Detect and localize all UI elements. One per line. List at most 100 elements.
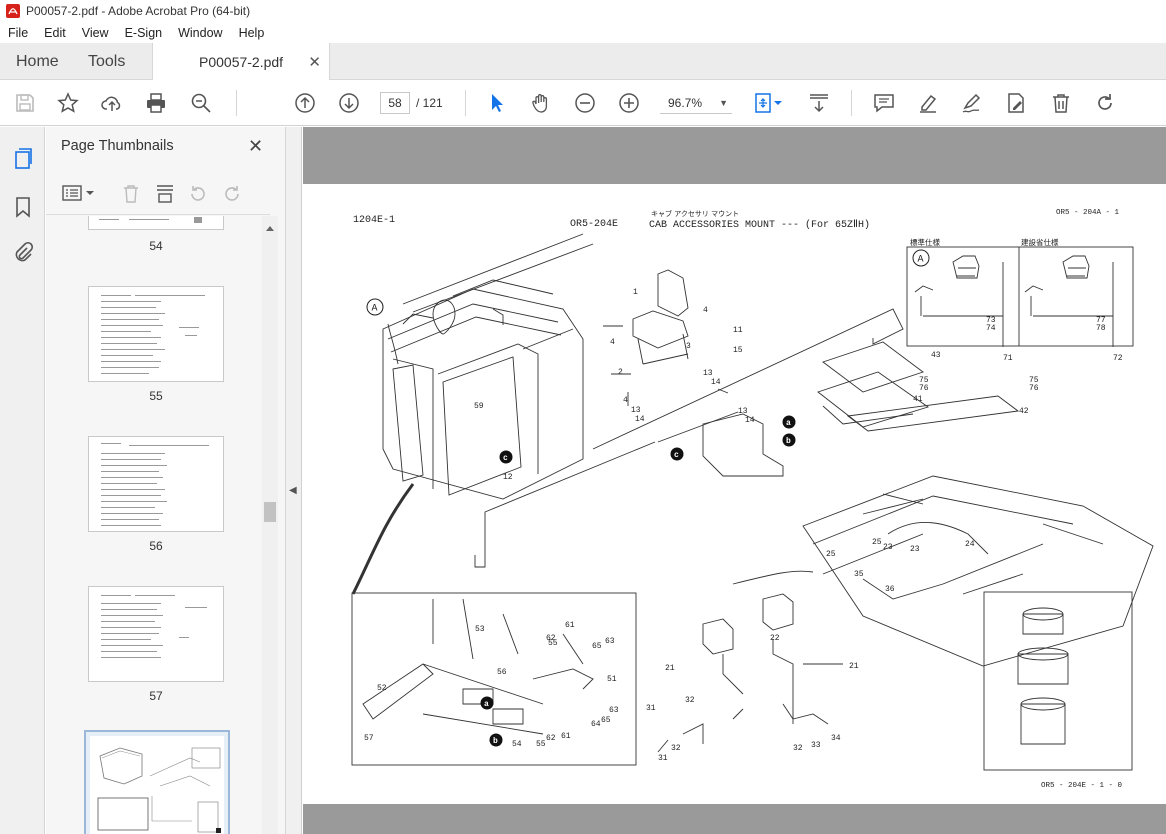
part-callout-number: 33	[811, 741, 821, 750]
document-view[interactable]: 1204E-1 OR5-204E キャブ アクセサリ マウント CAB ACCE…	[303, 127, 1166, 834]
extract-pages-icon[interactable]	[155, 184, 175, 204]
part-callout-number: 32	[793, 744, 803, 753]
part-callout-number: 57	[364, 734, 374, 743]
delete-page-icon[interactable]	[122, 184, 140, 204]
rotate-clockwise-icon[interactable]	[222, 184, 242, 204]
thumbnail-scrollbar[interactable]	[262, 216, 278, 834]
rotate-redo-icon[interactable]	[1093, 91, 1117, 115]
part-callout-number: 64	[591, 720, 601, 729]
part-callout-number: 12	[503, 473, 513, 482]
part-callout-number: 24	[965, 540, 975, 549]
zoom-search-icon[interactable]	[189, 91, 213, 115]
letter-marker: b	[786, 437, 791, 446]
part-callout-number: 74	[986, 324, 996, 333]
exploded-parts-diagram: 1111544313142 131413144737471757677787275…	[351, 233, 1154, 771]
tab-document[interactable]: P00057-2.pdf ✕	[152, 43, 330, 81]
part-callout-number: 13	[631, 406, 641, 415]
part-callout-number: 54	[512, 740, 522, 749]
part-callout-number: 78	[1096, 324, 1106, 333]
part-callout-number: 62	[546, 734, 556, 743]
menu-view[interactable]: View	[74, 26, 117, 40]
rotate-counterclockwise-icon[interactable]	[188, 184, 208, 204]
scroll-mode-icon[interactable]	[807, 91, 831, 115]
part-callout-number: 34	[831, 734, 841, 743]
page-thumbnail[interactable]	[88, 436, 224, 532]
next-page-icon[interactable]	[337, 91, 361, 115]
part-callout-number: 53	[475, 625, 485, 634]
part-callout-number: 56	[497, 668, 507, 677]
collapse-panel-icon[interactable]: ◀	[289, 485, 297, 496]
save-icon[interactable]	[13, 91, 37, 115]
menu-help[interactable]: Help	[231, 26, 273, 40]
attachments-paperclip-icon[interactable]	[11, 241, 35, 265]
zoom-out-icon[interactable]	[573, 91, 597, 115]
part-callout-number: 72	[1113, 354, 1123, 363]
bookmarks-icon[interactable]	[11, 195, 35, 219]
tab-tools[interactable]: Tools	[88, 43, 125, 80]
toolbar-separator	[851, 90, 852, 116]
fill-sign-icon[interactable]	[960, 91, 984, 115]
bookmark-star-icon[interactable]	[56, 91, 80, 115]
letter-marker: a	[786, 419, 791, 428]
window-title: P00057-2.pdf - Adobe Acrobat Pro (64-bit…	[26, 4, 251, 18]
part-callout-number: 36	[885, 585, 895, 594]
menu-bar: File Edit View E-Sign Window Help	[0, 22, 1166, 43]
part-callout-number: 15	[733, 346, 743, 355]
section-marker-letter: A	[918, 255, 924, 266]
hand-tool-icon[interactable]	[529, 91, 553, 115]
edit-pdf-icon[interactable]	[1004, 91, 1028, 115]
part-callout-number: 4	[610, 338, 615, 347]
part-callout-number: 23	[883, 543, 893, 552]
part-callout-number: 51	[607, 675, 617, 684]
previous-page-icon[interactable]	[293, 91, 317, 115]
menu-file[interactable]: File	[0, 26, 36, 40]
part-callout-number: 55	[548, 639, 558, 648]
close-panel-icon[interactable]: ✕	[248, 136, 263, 157]
page-thumbnail[interactable]	[88, 216, 224, 230]
comment-icon[interactable]	[872, 91, 896, 115]
tab-bar: Home Tools P00057-2.pdf ✕	[0, 43, 1166, 81]
close-tab-icon[interactable]: ✕	[308, 53, 321, 71]
part-callout-number: 61	[561, 732, 571, 741]
part-callout-number: 11	[733, 326, 743, 335]
upload-cloud-icon[interactable]	[100, 91, 124, 115]
part-callout-number: 42	[1019, 407, 1029, 416]
delete-trash-icon[interactable]	[1049, 91, 1073, 115]
select-cursor-icon[interactable]	[485, 91, 509, 115]
scrollbar-thumb[interactable]	[264, 502, 276, 522]
page-thumbnail[interactable]	[88, 286, 224, 382]
thumbnail-list: 54 55 56 57	[46, 216, 262, 834]
print-icon[interactable]	[144, 91, 168, 115]
menu-edit[interactable]: Edit	[36, 26, 74, 40]
zoom-level-value: 96.7%	[668, 96, 703, 110]
part-callout-number: 71	[1003, 354, 1013, 363]
page-thumbnails-icon[interactable]	[11, 147, 35, 171]
page-number-input[interactable]: 58	[380, 92, 410, 114]
scroll-up-icon[interactable]	[265, 224, 275, 232]
main-toolbar: 58 / 121 96.7% ▼	[0, 80, 1166, 126]
menu-esign[interactable]: E-Sign	[117, 26, 171, 40]
part-callout-number: 21	[849, 662, 859, 671]
part-callout-number: 23	[910, 545, 920, 554]
highlight-pen-icon[interactable]	[916, 91, 940, 115]
page-fit-dropdown-icon[interactable]	[772, 91, 784, 115]
part-callout-number: 14	[711, 378, 721, 387]
zoom-level-dropdown[interactable]: 96.7% ▼	[660, 92, 732, 114]
zoom-in-icon[interactable]	[617, 91, 641, 115]
page-thumbnails-panel: Page Thumbnails ✕ 54 55 56 57	[46, 127, 286, 834]
menu-window[interactable]: Window	[170, 26, 230, 40]
letter-marker: c	[503, 454, 508, 463]
page-thumbnail[interactable]	[88, 586, 224, 682]
part-callout-number: 14	[745, 416, 755, 425]
page-thumbnail-current[interactable]	[84, 730, 230, 834]
part-callout-number: 61	[565, 621, 575, 630]
part-callout-number: 52	[377, 684, 387, 693]
tab-home[interactable]: Home	[16, 43, 59, 80]
thumbnail-options-icon[interactable]	[62, 184, 96, 202]
part-callout-number: 65	[592, 642, 602, 651]
thumbnail-page-number: 57	[149, 689, 163, 703]
panel-title: Page Thumbnails	[61, 138, 174, 154]
part-callout-number: 4	[623, 396, 628, 405]
current-page-preview	[97, 747, 221, 833]
panel-splitter[interactable]: ◀	[286, 127, 302, 834]
